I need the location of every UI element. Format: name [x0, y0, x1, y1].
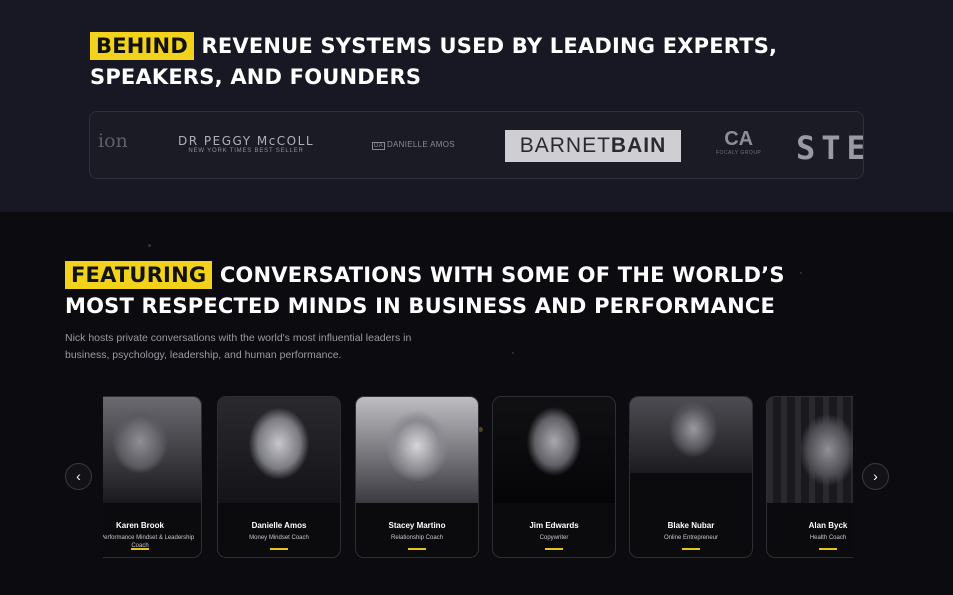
- carousel-prev-button[interactable]: ‹: [65, 463, 92, 490]
- partners-headline-text: REVENUE SYSTEMS USED BY LEADING EXPERTS,…: [90, 34, 778, 89]
- peggy-mccoll-logo-name: DR PEGGY McCOLL: [178, 134, 315, 148]
- partner-logo-strip: ion DR PEGGY McCOLL NEW YORK TIMES BEST …: [89, 111, 864, 179]
- guest-accent-bar: [819, 548, 837, 550]
- chevron-left-icon: ‹: [76, 468, 81, 484]
- guest-card[interactable]: Karen Brook High-Performance Mindset & L…: [103, 396, 202, 558]
- ion-logo: ion: [98, 130, 128, 152]
- peggy-mccoll-logo: DR PEGGY McCOLL NEW YORK TIMES BEST SELL…: [178, 134, 314, 154]
- guest-accent-bar: [545, 548, 563, 550]
- guest-role: Copywriter: [539, 535, 569, 541]
- background-particle: [512, 352, 514, 354]
- chevron-right-icon: ›: [873, 468, 878, 484]
- background-particle: [148, 244, 151, 247]
- guest-carousel: Karen Brook High-Performance Mindset & L…: [103, 396, 853, 558]
- danielle-amos-logo-text: DANIELLE AMOS: [386, 140, 455, 149]
- focaly-group-mark: CA: [724, 128, 754, 150]
- guest-name: Alan Byck: [808, 521, 848, 530]
- barnet-bain-logo: BARNETBAIN: [505, 130, 681, 162]
- guest-photo: [103, 397, 201, 503]
- guest-photo: [356, 397, 478, 503]
- guest-card[interactable]: Jim Edwards Copywriter: [492, 396, 616, 558]
- partners-highlight: BEHIND: [90, 32, 194, 60]
- focaly-group-logo-text: FOCALY GROUP: [716, 150, 762, 156]
- featuring-highlight: FEATURING: [65, 261, 213, 289]
- partners-section: BEHIND REVENUE SYSTEMS USED BY LEADING E…: [0, 0, 953, 212]
- guest-role: Money Mindset Coach: [249, 535, 309, 541]
- ion-logo-text: ion: [98, 130, 128, 152]
- guest-accent-bar: [682, 548, 700, 550]
- guest-name: Blake Nubar: [667, 521, 715, 530]
- guest-photo: [630, 397, 752, 473]
- guest-card[interactable]: Danielle Amos Money Mindset Coach: [217, 396, 341, 558]
- featuring-description: Nick hosts private conversations with th…: [65, 332, 412, 361]
- guest-role: Online Entrepreneur: [663, 535, 719, 541]
- guest-card[interactable]: Blake Nubar Online Entrepreneur: [629, 396, 753, 558]
- danielle-amos-monogram-icon: DA: [372, 142, 385, 150]
- guest-accent-bar: [131, 548, 149, 550]
- guest-name: Danielle Amos: [251, 521, 307, 530]
- danielle-amos-logo: DA DANIELLE AMOS: [372, 140, 455, 150]
- guest-card[interactable]: Alan Byck Health Coach: [766, 396, 853, 558]
- guest-accent-bar: [270, 548, 288, 550]
- peggy-mccoll-logo-subtitle: NEW YORK TIMES BEST SELLER: [188, 148, 304, 154]
- guest-name: Karen Brook: [115, 521, 164, 530]
- barnet-logo-text: BARNET: [519, 134, 611, 157]
- guest-card[interactable]: Stacey Martino Relationship Coach: [355, 396, 479, 558]
- guest-photo: [218, 397, 340, 503]
- guest-name: Jim Edwards: [529, 521, 579, 530]
- partners-headline: BEHIND REVENUE SYSTEMS USED BY LEADING E…: [90, 31, 850, 93]
- guest-role: Relationship Coach: [390, 535, 444, 541]
- guest-photo: [493, 397, 615, 503]
- guest-role: Health Coach: [809, 535, 847, 541]
- guest-role: High-Performance Mindset & Leadership Co…: [103, 535, 195, 549]
- featuring-headline: FEATURING CONVERSATIONS WITH SOME OF THE…: [65, 260, 845, 322]
- bain-logo-text: BAIN: [610, 134, 667, 157]
- guest-photo: [767, 397, 853, 503]
- carousel-next-button[interactable]: ›: [862, 463, 889, 490]
- guest-name: Stacey Martino: [388, 521, 446, 530]
- guest-accent-bar: [408, 548, 426, 550]
- focaly-group-logo: CA FOCALY GROUP: [716, 128, 761, 156]
- ste-logo: STE: [796, 129, 863, 167]
